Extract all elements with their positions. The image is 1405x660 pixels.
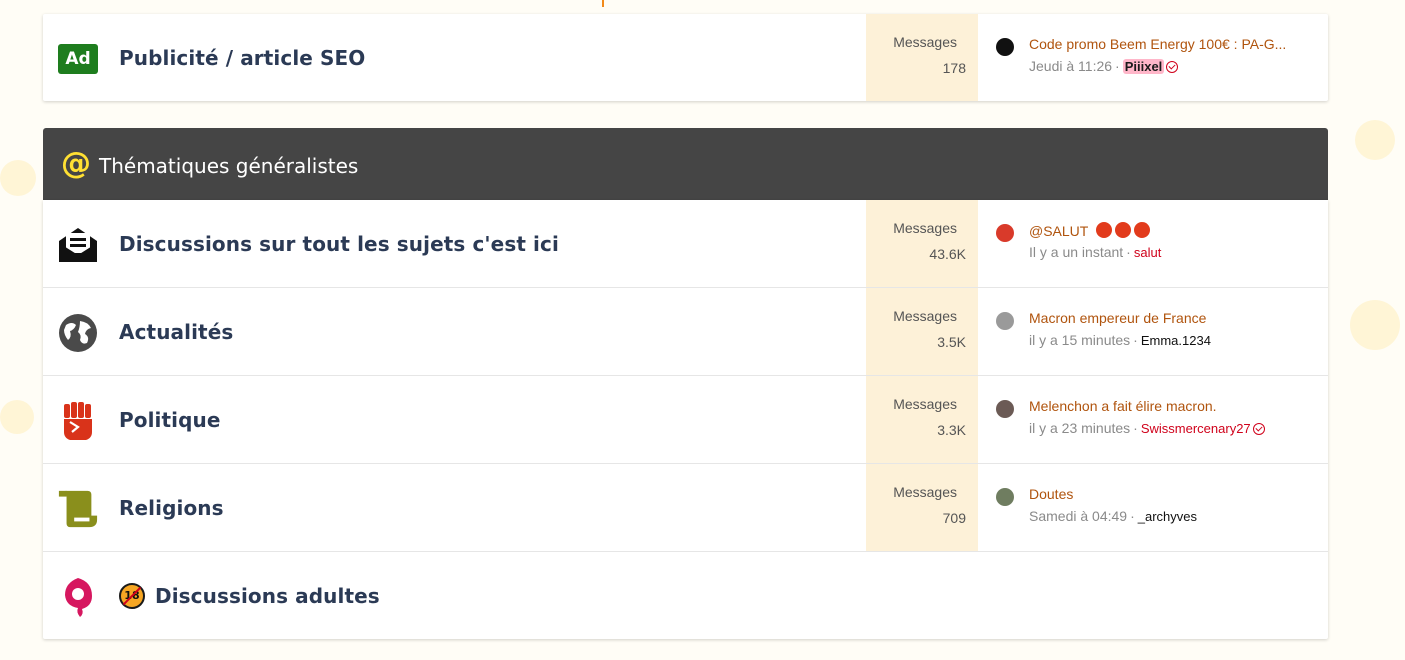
forum-row[interactable]: Actualités Messages 3.5K Macron empereur… (43, 287, 1328, 375)
at-icon: @ (61, 146, 91, 181)
forum-stats: Messages 709 (866, 464, 978, 551)
stats-value: 43.6K (929, 246, 966, 262)
last-post-time[interactable]: il y a 23 minutes (1029, 420, 1130, 436)
avatar[interactable] (996, 224, 1014, 242)
last-post-time[interactable]: Jeudi à 11:26 (1029, 58, 1112, 74)
avatar[interactable] (996, 400, 1014, 418)
last-post-user[interactable]: Swissmercenary27 (1141, 421, 1251, 436)
background-decoration (0, 400, 34, 434)
last-post-meta: il y a 15 minutes · Emma.1234 (1029, 332, 1211, 348)
stats-value: 178 (942, 60, 966, 76)
last-post-meta: Jeudi à 11:26 · Piiixel (1029, 58, 1179, 74)
last-post-time[interactable]: il y a 15 minutes (1029, 332, 1130, 348)
stats-value: 3.3K (937, 422, 966, 438)
forum-card-ads: Ad Publicité / article SEO Messages 178 … (43, 14, 1328, 101)
stats-value: 709 (942, 510, 966, 526)
last-topic-link[interactable]: Code promo Beem Energy 100€ : PA-G... (1029, 36, 1286, 52)
last-post-user[interactable]: _archyves (1138, 509, 1197, 524)
verified-icon (1252, 423, 1265, 435)
last-post-user[interactable]: Piiixel (1122, 59, 1165, 74)
forum-stats: Messages 3.5K (866, 288, 978, 375)
last-post-meta: Il y a un instant · salut (1029, 244, 1162, 260)
last-topic-link[interactable]: @SALUT (1029, 222, 1153, 239)
forum-title[interactable]: Discussions sur tout les sujets c'est ic… (119, 200, 559, 287)
forum-title[interactable]: Politique (119, 376, 221, 463)
forum-row[interactable]: Politique Messages 3.3K Melenchon a fait… (43, 375, 1328, 463)
forum-row[interactable]: Religions Messages 709 Doutes Samedi à 0… (43, 463, 1328, 551)
forum-title[interactable]: Publicité / article SEO (119, 14, 365, 101)
last-post-time[interactable]: Samedi à 04:49 (1029, 508, 1127, 524)
section-header: @ Thématiques généralistes (43, 128, 1328, 200)
avatar[interactable] (996, 312, 1014, 330)
devil-emoji-icon (1096, 222, 1153, 239)
last-post-time[interactable]: Il y a un instant (1029, 244, 1123, 260)
background-decoration (1350, 300, 1400, 350)
decorative-mark (602, 0, 604, 7)
last-topic-link[interactable]: Melenchon a fait élire macron. (1029, 398, 1217, 414)
last-post-meta: il y a 23 minutes · Swissmercenary27 (1029, 420, 1265, 436)
background-decoration (0, 160, 36, 196)
stats-value: 3.5K (937, 334, 966, 350)
adult-flame-icon (57, 576, 99, 618)
fist-icon (57, 400, 99, 442)
forum-stats: Messages 178 (866, 14, 978, 101)
verified-icon (1166, 61, 1179, 73)
forum-title[interactable]: Actualités (119, 288, 233, 375)
stats-label: Messages (893, 484, 957, 500)
last-post-meta: Samedi à 04:49 · _archyves (1029, 508, 1197, 524)
forum-row[interactable]: 18 Discussions adultes (43, 551, 1328, 639)
avatar[interactable] (996, 488, 1014, 506)
forum-title-text[interactable]: Discussions adultes (155, 584, 380, 608)
last-topic-link[interactable]: Macron empereur de France (1029, 310, 1206, 326)
adult-18-icon: 18 (119, 582, 145, 609)
forum-row[interactable]: Discussions sur tout les sujets c'est ic… (43, 200, 1328, 287)
envelope-open-icon (57, 224, 99, 266)
forum-title[interactable]: 18 Discussions adultes (119, 552, 380, 639)
stats-label: Messages (893, 308, 957, 324)
forum-row-ads[interactable]: Ad Publicité / article SEO Messages 178 … (43, 14, 1328, 101)
forum-stats: Messages 3.3K (866, 376, 978, 463)
last-post-user[interactable]: Emma.1234 (1141, 333, 1211, 348)
avatar[interactable] (996, 38, 1014, 56)
ad-icon: Ad (57, 38, 99, 80)
background-decoration (1355, 120, 1395, 160)
globe-icon (57, 312, 99, 354)
last-post-user[interactable]: salut (1134, 245, 1161, 260)
forum-card-general: Discussions sur tout les sujets c'est ic… (43, 200, 1328, 639)
stats-label: Messages (893, 220, 957, 236)
section-title[interactable]: Thématiques généralistes (99, 154, 358, 178)
stats-label: Messages (893, 34, 957, 50)
stats-label: Messages (893, 396, 957, 412)
last-topic-link[interactable]: Doutes (1029, 486, 1073, 502)
forum-title[interactable]: Religions (119, 464, 224, 551)
scroll-icon (57, 488, 99, 530)
forum-stats: Messages 43.6K (866, 200, 978, 287)
